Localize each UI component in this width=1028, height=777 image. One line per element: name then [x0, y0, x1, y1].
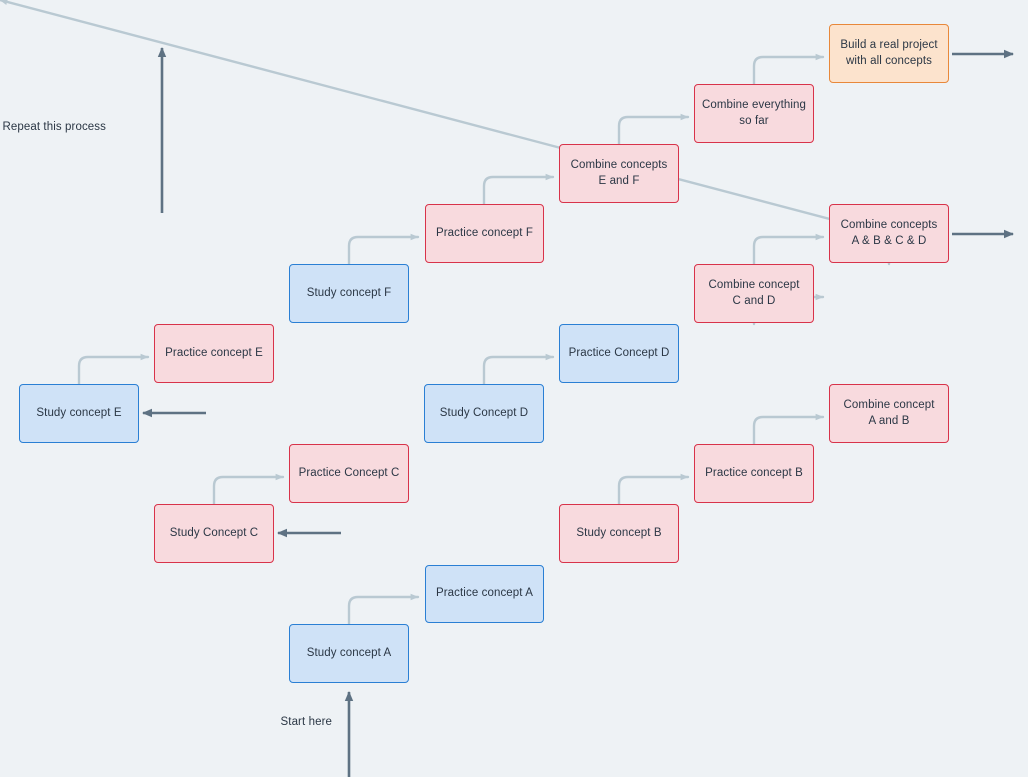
- node-label: Practice Concept C: [298, 466, 400, 479]
- node-practice-c[interactable]: Practice Concept C: [289, 444, 409, 503]
- node-label: Practice concept F: [435, 226, 534, 239]
- node-label: Study concept E: [36, 406, 122, 419]
- node-label: Combine everything so far: [701, 98, 807, 127]
- annotation-text: Start here: [280, 716, 332, 728]
- node-label: Study concept B: [576, 526, 662, 539]
- node-label: Practice Concept D: [568, 346, 670, 359]
- node-label: Study Concept C: [169, 526, 259, 539]
- node-combine-abcd[interactable]: Combine concepts A & B & C & D: [829, 204, 949, 263]
- node-practice-e[interactable]: Practice concept E: [154, 324, 274, 383]
- node-build-real-project[interactable]: Build a real project with all concepts: [829, 24, 949, 83]
- node-label: Practice concept B: [705, 466, 803, 479]
- node-study-b[interactable]: Study concept B: [559, 504, 679, 563]
- node-label: Combine concept C and D: [708, 278, 800, 307]
- node-combine-a-and-b[interactable]: Combine concept A and B: [829, 384, 949, 443]
- node-study-d[interactable]: Study Concept D: [424, 384, 544, 443]
- node-practice-a[interactable]: Practice concept A: [425, 565, 544, 623]
- flowchart-canvas: Study concept A Practice concept A Study…: [0, 0, 1028, 777]
- node-label: Combine concept A and B: [843, 398, 935, 427]
- annotation-repeat-this-process: Repeat this process: [2, 121, 114, 133]
- node-label: Study Concept D: [439, 406, 529, 419]
- node-study-c[interactable]: Study Concept C: [154, 504, 274, 563]
- node-label: Practice concept A: [435, 587, 534, 600]
- node-label: Build a real project with all concepts: [840, 38, 938, 67]
- node-combine-everything[interactable]: Combine everything so far: [694, 84, 814, 143]
- node-label: Practice concept E: [165, 346, 263, 359]
- node-label: Combine concepts E and F: [570, 158, 668, 187]
- node-combine-c-and-d[interactable]: Combine concept C and D: [694, 264, 814, 323]
- node-label: Study concept A: [306, 646, 392, 659]
- node-practice-f[interactable]: Practice concept F: [425, 204, 544, 263]
- node-practice-b[interactable]: Practice concept B: [694, 444, 814, 503]
- node-label: Study concept F: [306, 286, 392, 299]
- node-label: Combine concepts A & B & C & D: [840, 218, 938, 247]
- node-study-a[interactable]: Study concept A: [289, 624, 409, 683]
- node-combine-e-and-f[interactable]: Combine concepts E and F: [559, 144, 679, 203]
- node-practice-d[interactable]: Practice Concept D: [559, 324, 679, 383]
- annotation-start-here: Start here: [281, 716, 341, 728]
- node-study-f[interactable]: Study concept F: [289, 264, 409, 323]
- node-study-e[interactable]: Study concept E: [19, 384, 139, 443]
- annotation-text: Repeat this process: [2, 121, 106, 133]
